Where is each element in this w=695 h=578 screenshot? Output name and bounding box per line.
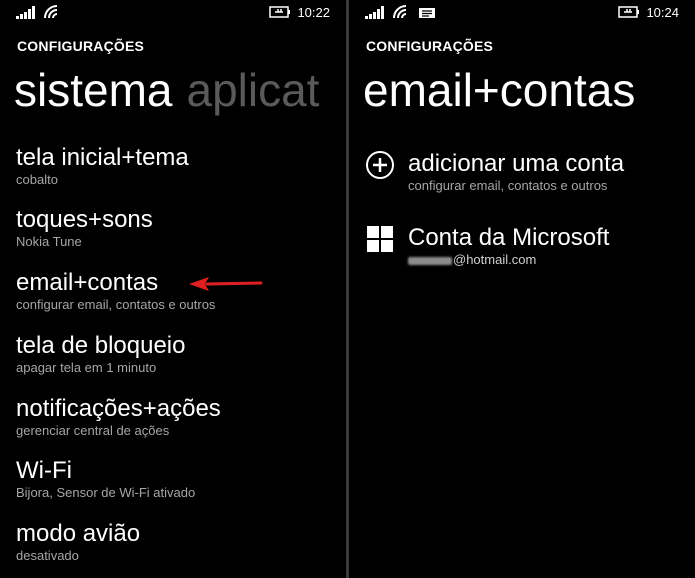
page-title: email+contas [363, 64, 636, 116]
item-title: tela inicial+tema [16, 144, 189, 171]
signal-strength-icon [16, 6, 35, 19]
settings-item-airplane-mode[interactable]: modo avião desativado [16, 520, 140, 564]
redacted-username [408, 256, 452, 265]
email-accounts-screen: 10:24 CONFIGURAÇÕES email+contas adicion… [349, 0, 695, 578]
microsoft-account-text: Conta da Microsoft @hotmail.com [408, 224, 609, 268]
add-account-text: adicionar uma conta configurar email, co… [408, 150, 624, 194]
wifi-icon [44, 5, 58, 19]
settings-item-lock-screen[interactable]: tela de bloqueio apagar tela em 1 minuto [16, 332, 185, 376]
wifi-icon [393, 5, 407, 19]
item-subtitle: configurar email, contatos e outros [16, 297, 216, 312]
item-subtitle: gerenciar central de ações [16, 423, 170, 438]
microsoft-account-title: Conta da Microsoft [408, 224, 610, 251]
item-subtitle: cobalto [16, 172, 58, 187]
app-title: CONFIGURAÇÕES [17, 38, 145, 54]
item-title: toques+sons [16, 206, 153, 233]
settings-item-email-accounts[interactable]: email+contas configurar email, contatos … [16, 269, 215, 313]
battery-charging-icon [618, 6, 639, 18]
battery-charging-icon [269, 6, 290, 18]
item-subtitle: Nokia Tune [16, 234, 82, 249]
settings-item-start-theme[interactable]: tela inicial+tema cobalto [16, 144, 189, 188]
add-account-subtitle: configurar email, contatos e outros [408, 178, 608, 193]
pivot-tab-aplicativos[interactable]: aplicat [186, 64, 319, 116]
clock: 10:24 [646, 5, 679, 20]
clock: 10:22 [297, 5, 330, 20]
red-arrow-annotation-icon [189, 277, 263, 291]
item-title: modo avião [16, 520, 141, 547]
windows-logo-icon [367, 226, 393, 252]
status-bar: 10:24 [349, 0, 695, 26]
plus-circle-icon [366, 151, 394, 179]
status-bar: 10:22 [0, 0, 346, 26]
item-subtitle: desativado [16, 548, 79, 563]
pivot-tab-sistema[interactable]: sistema [14, 64, 172, 116]
item-subtitle: Bijora, Sensor de Wi-Fi ativado [16, 485, 196, 500]
item-title: notificações+ações [16, 395, 221, 422]
signal-strength-icon [365, 6, 384, 19]
pivot-header: sistema aplicat [14, 62, 319, 118]
settings-system-screen: 10:22 CONFIGURAÇÕES sistema aplicat tela … [0, 0, 346, 578]
settings-item-wifi[interactable]: Wi-Fi Bijora, Sensor de Wi-Fi ativado [16, 457, 195, 501]
microsoft-account-email: @hotmail.com [408, 252, 609, 268]
item-title: Wi-Fi [16, 457, 72, 484]
settings-item-ringtones-sounds[interactable]: toques+sons Nokia Tune [16, 206, 153, 250]
add-account-title: adicionar uma conta [408, 150, 625, 177]
settings-item-notifications-actions[interactable]: notificações+ações gerenciar central de … [16, 395, 221, 439]
item-title: tela de bloqueio [16, 332, 186, 359]
email-suffix: @hotmail.com [453, 252, 537, 267]
app-title: CONFIGURAÇÕES [366, 38, 494, 54]
item-title: email+contas [16, 269, 159, 296]
item-subtitle: apagar tela em 1 minuto [16, 360, 157, 375]
message-notification-icon [419, 8, 435, 18]
